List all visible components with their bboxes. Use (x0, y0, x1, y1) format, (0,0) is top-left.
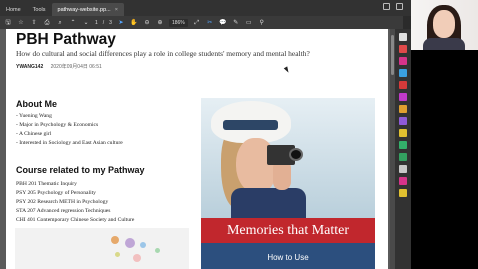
list-item: - A Chinese girl (16, 131, 52, 137)
image-thumbnail (15, 228, 189, 269)
marquee-zoom-icon[interactable]: ✂ (206, 19, 214, 27)
course-heading: Course related to my Pathway (16, 165, 145, 175)
list-item: STA 207 Advanced regression Techniques (16, 208, 111, 214)
about-list: - Yuening Wang - Major in Psychology & E… (16, 112, 123, 148)
create-pdf-icon[interactable] (399, 45, 407, 53)
highlight-icon[interactable]: ▭ (245, 19, 253, 27)
compress-icon[interactable] (399, 153, 407, 161)
print-icon[interactable]: ⎙ (43, 19, 51, 27)
document-viewport[interactable]: PBH Pathway How do cultural and social d… (0, 29, 395, 269)
hand-tool-icon[interactable]: ✋ (130, 19, 138, 27)
zoom-in-icon[interactable]: ⊕ (156, 19, 164, 27)
author-line: YWANG142 2020年09月04日 06:51 (16, 63, 102, 70)
book-title: Memories that Matter (226, 222, 350, 238)
tab-document[interactable]: pathway-website.pp... × (51, 3, 124, 16)
export-pdf-icon[interactable] (399, 69, 407, 77)
list-item: CHI 401 Contemporary Chinese Society and… (16, 217, 135, 223)
about-heading: About Me (16, 99, 57, 109)
tabbar-actions (383, 3, 403, 10)
fit-page-icon[interactable]: ⤢ (193, 19, 201, 27)
prev-page-icon[interactable]: ⌃ (69, 19, 77, 27)
more-tools-icon[interactable] (399, 165, 407, 173)
comment-icon[interactable]: 💬 (219, 19, 227, 27)
list-item: - Yuening Wang (16, 113, 52, 119)
post-date: 2020年09月04日 06:51 (50, 64, 102, 70)
bookmark-star-icon[interactable]: ☆ (17, 19, 25, 27)
tab-home[interactable]: Home (0, 3, 27, 16)
select-cursor-icon[interactable]: ➤ (117, 19, 125, 27)
save-icon[interactable]: 🖫 (4, 19, 12, 27)
comment-tool-icon[interactable] (399, 105, 407, 113)
list-item: - Major in Psychology & Economics (16, 122, 99, 128)
tab-document-label: pathway-website.pp... (57, 6, 111, 13)
edit-pdf-icon[interactable] (399, 57, 407, 65)
close-tab-icon[interactable]: × (115, 7, 118, 13)
page-total: 3 (109, 19, 112, 26)
redact-icon[interactable] (399, 177, 407, 185)
page-subtitle: How do cultural and social differences p… (16, 49, 310, 58)
list-item: PSY 205 Psychology of Personality (16, 190, 96, 196)
list-item: PSY 202 Research METH in Psychology (16, 199, 109, 205)
pen-icon[interactable]: ✎ (232, 19, 240, 27)
send-for-review-icon[interactable] (399, 129, 407, 137)
upload-icon[interactable]: ⇧ (30, 19, 38, 27)
search-icon[interactable]: ⌕ (56, 19, 64, 27)
video-panel-background (411, 50, 478, 269)
measure-icon[interactable] (399, 189, 407, 197)
scrollbar-thumb[interactable] (391, 35, 394, 75)
help-icon[interactable] (383, 3, 390, 10)
tab-tools-label: Tools (32, 6, 46, 13)
page-current[interactable]: 1 (95, 20, 98, 26)
zoom-out-icon[interactable]: ⊖ (143, 19, 151, 27)
protect-icon[interactable] (399, 141, 407, 149)
list-item: PBH 201 Thematic Inquiry (16, 181, 77, 187)
tab-home-label: Home (6, 6, 21, 13)
search-tool-icon[interactable] (399, 33, 407, 41)
stamp-icon[interactable]: ⚲ (258, 19, 266, 27)
tab-bar: Home Tools pathway-website.pp... × (0, 0, 478, 16)
book-cover-image: Memories that Matter How to Use (201, 98, 375, 269)
fill-sign-icon[interactable] (399, 117, 407, 125)
document-page: PBH Pathway How do cultural and social d… (6, 29, 388, 269)
book-subtitle: How to Use (267, 253, 309, 262)
page-title: PBH Pathway (16, 31, 116, 48)
webcam-video (411, 0, 478, 50)
course-list: PBH 201 Thematic Inquiry PSY 205 Psychol… (16, 180, 134, 225)
author-name: YWANG142 (16, 64, 44, 70)
tab-tools[interactable]: Tools (27, 3, 52, 16)
zoom-level[interactable]: 186% (168, 18, 188, 27)
organize-pages-icon[interactable] (399, 93, 407, 101)
page-separator: / (102, 19, 105, 26)
toolbar: 🖫 ☆ ⇧ ⎙ ⌕ ⌃ ⌄ 1 / 3 ➤ ✋ ⊖ ⊕ 186% ⤢ ✂ 💬 ✎… (0, 16, 403, 29)
next-page-icon[interactable]: ⌄ (82, 19, 90, 27)
list-item: - Interested in Sociology and East Asian… (16, 140, 123, 146)
notifications-icon[interactable] (396, 3, 403, 10)
combine-files-icon[interactable] (399, 81, 407, 89)
tools-sidebar (395, 29, 411, 269)
